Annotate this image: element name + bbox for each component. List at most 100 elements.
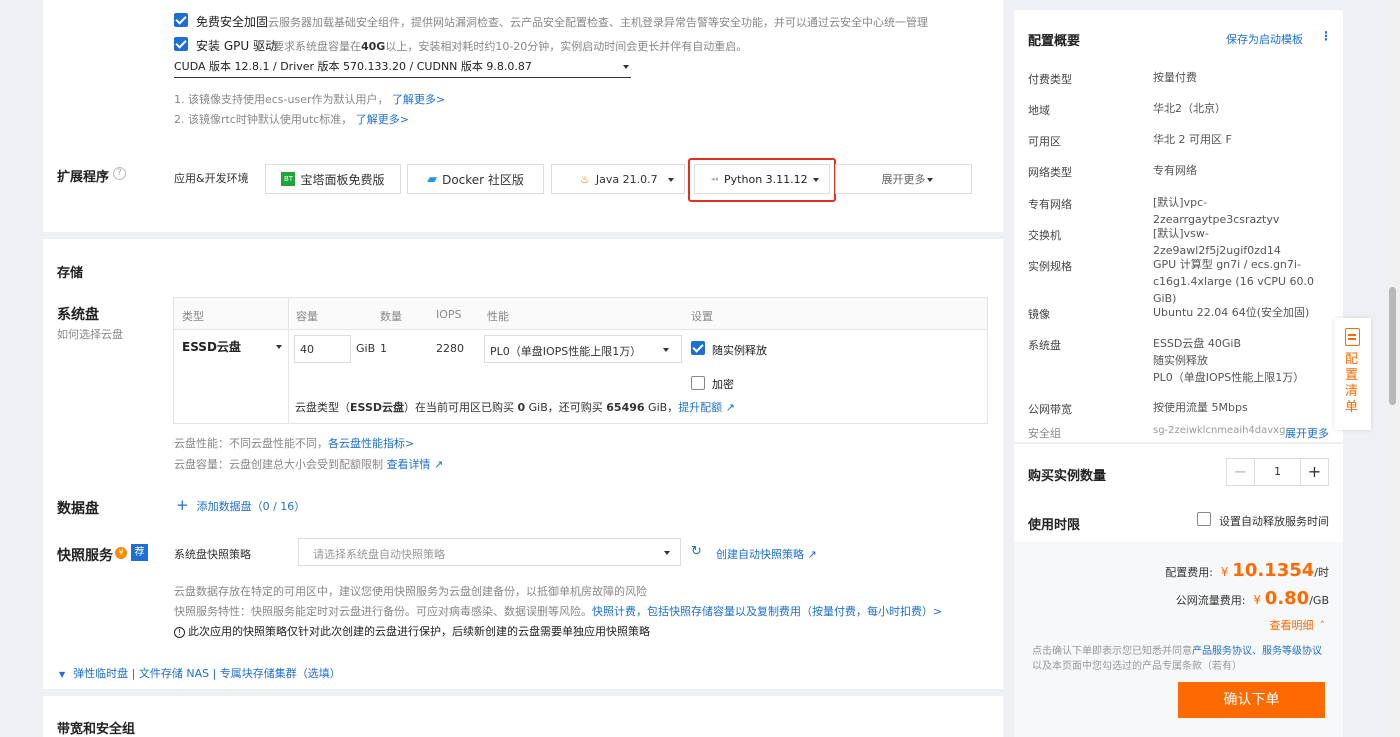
system-disk-table: 类型 容量 数量 IOPS 性能 设置 ESSD云盘 40 GiB 1 2280… <box>173 297 988 424</box>
summary-value: Ubuntu 22.04 64位(安全加固) <box>1153 306 1310 319</box>
add-data-disk-button[interactable]: + 添加数据盘（0 / 16） <box>176 496 305 514</box>
image-note-1: 1. 该镜像支持使用ecs-user作为默认用户， 了解更多> <box>174 93 446 106</box>
auto-release-label: 设置自动释放服务时间 <box>1219 515 1329 528</box>
snapshot-policy-label: 系统盘快照策略 <box>174 548 251 561</box>
summary-label: 实例规格 <box>1028 260 1072 273</box>
java-icon: ♨ <box>580 172 590 186</box>
performance-select[interactable]: PL0（单盘IOPS性能上限1万） <box>484 335 682 363</box>
image-config-card: 免费安全加固 云服务器加载基础安全组件，提供网站漏洞检查、云产品安全配置检查、主… <box>43 0 1003 232</box>
extensions-title: 扩展程序 <box>57 170 110 185</box>
raise-quota-link[interactable]: 提升配额 <box>678 401 722 414</box>
summary-value: [默认]vsw-2ze9awl2f5j2ugif0zd14 <box>1153 227 1281 257</box>
coin-icon: ¥ <box>115 547 127 559</box>
recommend-badge: 荐 <box>131 544 148 561</box>
view-details-link[interactable]: 查看详情 <box>387 458 431 471</box>
disk-count: 1 <box>380 342 387 355</box>
auto-release-checkbox[interactable] <box>1197 512 1211 526</box>
capacity-note: 云盘容量：云盘创建总大小会受到配额限制 查看详情 ↗ <box>174 458 444 471</box>
chevron-down-icon <box>664 551 670 555</box>
gpu-driver-label: 安装 GPU 驱动 <box>196 39 277 53</box>
cuda-version-select[interactable]: CUDA 版本 12.8.1 / Driver 版本 570.133.20 / … <box>174 58 631 78</box>
quota-text: 云盘类型（ESSD云盘）在当前可用区已购买 0 GiB，还可购买 65496 G… <box>295 401 735 414</box>
chevron-down-icon <box>668 178 674 182</box>
network-fee: 公网流量费用: ¥ 0.80/GB <box>1175 588 1329 609</box>
summary-label: 系统盘 <box>1028 339 1061 352</box>
summary-value: 按使用流量 5Mbps <box>1153 401 1248 414</box>
python-option[interactable]: ◂◂ Python 3.11.12 <box>694 164 830 194</box>
disk-iops: 2280 <box>436 342 464 355</box>
perf-note: 云盘性能：不同云盘性能不同，各云盘性能指标> <box>174 437 415 450</box>
save-template-link[interactable]: 保存为启动模板 <box>1226 31 1303 47</box>
document-icon <box>1345 328 1360 346</box>
learn-more-link[interactable]: 了解更多> <box>392 93 445 106</box>
summary-value: ESSD云盘 40GiB 随实例释放 PL0（单盘IOPS性能上限1万） <box>1153 337 1305 384</box>
how-to-choose-link[interactable]: 如何选择云盘 <box>57 326 123 342</box>
header-performance: 性能 <box>487 310 509 323</box>
capacity-unit: GiB <box>356 342 376 355</box>
storage-card: 存储 系统盘 如何选择云盘 类型 容量 数量 IOPS 性能 设置 ESSD云盘… <box>43 239 1003 689</box>
gpu-driver-checkbox[interactable] <box>174 37 188 51</box>
summary-value: [默认]vpc-2zearrgaytpe3csraztyv <box>1153 196 1280 226</box>
summary-value: 专有网络 <box>1153 164 1197 177</box>
external-link-icon: ↗ <box>804 548 817 561</box>
quantity-value[interactable]: 1 <box>1255 459 1300 485</box>
snapshot-billing-link[interactable]: 快照计费，包括快照存储容量以及复制费用（按量付费，每小时扣费）> <box>592 605 942 618</box>
triangle-down-icon: ▼ <box>59 670 66 679</box>
agreement-link[interactable]: 产品服务协议、服务等级协议 <box>1192 646 1322 657</box>
config-list-label: 配置清单 <box>1345 352 1359 415</box>
bt-panel-option[interactable]: BT 宝塔面板免费版 <box>265 164 401 194</box>
more-options-icon[interactable]: ⋮ <box>1320 29 1332 43</box>
gpu-driver-desc: 要求系统盘容量在40G以上，安装相对耗时约10-20分钟，实例启动时间会更长并伴… <box>273 40 748 53</box>
header-iops: IOPS <box>436 308 462 321</box>
header-capacity: 容量 <box>296 310 318 323</box>
scrollbar-thumb[interactable] <box>1389 287 1396 405</box>
image-note-2: 2. 该镜像rtc时钟默认使用utc标准， 了解更多> <box>174 113 409 126</box>
summary-value: 华北 2 可用区 F <box>1153 133 1232 146</box>
docker-option[interactable]: ▰ Docker 社区版 <box>407 164 544 194</box>
bt-panel-icon: BT <box>281 172 296 186</box>
summary-label: 地域 <box>1028 104 1050 117</box>
confirm-order-button[interactable]: 确认下单 <box>1178 682 1325 718</box>
plus-button[interactable]: + <box>1300 459 1328 485</box>
type-col-divider <box>288 298 289 423</box>
minus-button[interactable]: − <box>1227 459 1255 485</box>
config-list-tab[interactable]: 配置清单 <box>1334 318 1371 430</box>
optional-storage-toggle[interactable]: ▼ 弹性临时盘 | 文件存储 NAS | 专属块存储集群（选填） <box>59 665 341 681</box>
external-link-icon: ↗ <box>722 401 735 414</box>
scrollbar-track[interactable] <box>1386 0 1400 737</box>
chevron-down-icon <box>663 348 669 352</box>
refresh-icon[interactable]: ↻ <box>691 544 702 559</box>
expand-more-link[interactable]: 展开更多 <box>1285 425 1329 441</box>
help-icon[interactable]: ? <box>113 167 126 180</box>
chevron-down-icon <box>276 345 282 349</box>
perf-metrics-link[interactable]: 各云盘性能指标> <box>328 437 414 450</box>
bandwidth-title: 带宽和安全组 <box>57 722 136 737</box>
create-snapshot-policy-link[interactable]: 创建自动快照策略 ↗ <box>716 546 817 562</box>
disk-type-select[interactable]: ESSD云盘 <box>182 338 282 358</box>
snapshot-policy-select[interactable]: 请选择系统盘自动快照策略 <box>298 538 681 566</box>
duration-title: 使用时限 <box>1028 518 1081 533</box>
bandwidth-card: 带宽和安全组 <box>43 696 1003 737</box>
summary-label: 专有网络 <box>1028 198 1072 211</box>
summary-label: 网络类型 <box>1028 166 1072 179</box>
chevron-up-icon: ˄ <box>1319 619 1326 632</box>
plus-icon: + <box>176 496 189 514</box>
snapshot-warning: ! 此次应用的快照策略仅针对此次创建的云盘进行保护，后续新创建的云盘需要单独应用快… <box>174 623 650 639</box>
quantity-stepper[interactable]: − 1 + <box>1226 458 1329 486</box>
summary-label: 交换机 <box>1028 229 1061 242</box>
security-checkbox[interactable] <box>174 13 188 27</box>
encrypt-checkbox[interactable] <box>691 376 705 390</box>
view-detail-link[interactable]: 查看明细 ˄ <box>1270 617 1326 633</box>
expand-more-button[interactable]: 展开更多 <box>835 164 972 194</box>
learn-more-link[interactable]: 了解更多> <box>356 113 409 126</box>
config-fee: 配置费用: ¥ 10.1354/时 <box>1165 560 1329 581</box>
summary-label: 公网带宽 <box>1028 403 1072 416</box>
java-option[interactable]: ♨ Java 21.0.7 <box>551 164 685 194</box>
app-env-label: 应用&开发环境 <box>174 172 249 185</box>
header-count: 数量 <box>380 310 402 323</box>
panel-fade <box>1014 442 1343 444</box>
capacity-input[interactable]: 40 <box>294 335 351 363</box>
summary-label: 镜像 <box>1028 308 1050 321</box>
release-with-instance-checkbox[interactable] <box>691 341 705 355</box>
security-label: 免费安全加固 <box>196 15 269 29</box>
